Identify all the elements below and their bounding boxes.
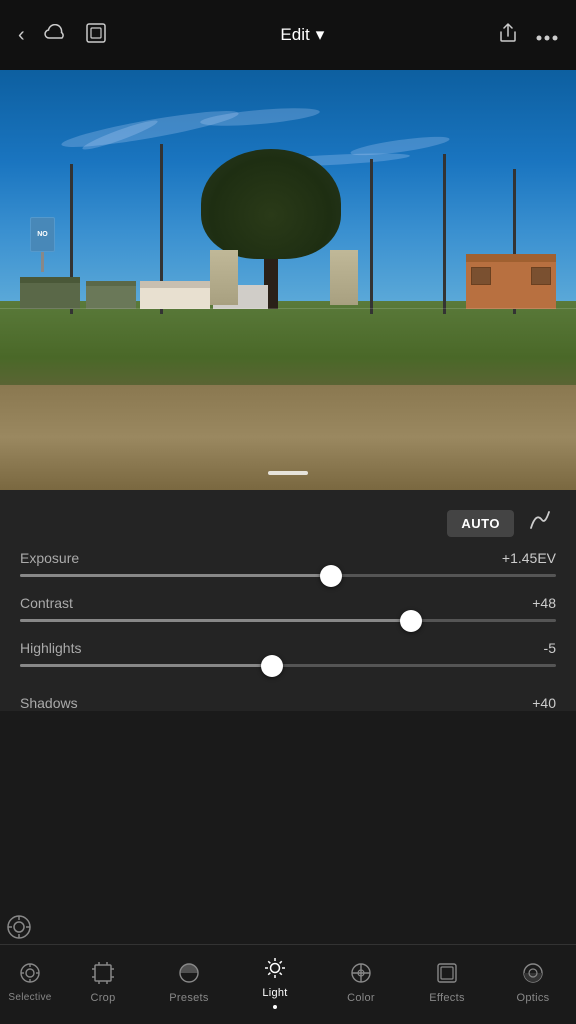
contrast-slider-row: Contrast +48 [20,595,556,622]
header-right-controls [498,22,558,48]
nav-item-effects[interactable]: Effects [404,945,490,1024]
selective-icon [19,962,41,988]
presets-label: Presets [169,992,208,1004]
cloud-button[interactable] [43,24,67,46]
exposure-track[interactable] [20,574,556,577]
barrier-2 [330,250,358,305]
barrier-1 [210,250,238,305]
dropdown-arrow: ▾ [316,25,325,45]
light-active-indicator [273,1005,277,1009]
highlights-thumb[interactable] [261,655,283,677]
auto-button[interactable]: AUTO [447,510,514,537]
highlights-track[interactable] [20,664,556,667]
photo-canvas: NO [0,70,576,490]
highlights-label: Highlights [20,640,81,656]
edit-title: Edit [280,25,309,45]
selective-partial-icon [4,912,34,942]
position-indicator [268,471,308,475]
contrast-label-row: Contrast +48 [20,595,556,611]
exposure-label: Exposure [20,550,79,566]
exposure-value: +1.45EV [502,550,556,566]
exposure-slider-row: Exposure +1.45EV [20,550,556,577]
color-icon [350,962,372,988]
shadows-value: +40 [532,695,556,711]
header: ‹ Edit ▾ [0,0,576,70]
edit-panel: AUTO Exposure +1.45EV Contrast +48 [0,490,576,711]
shadows-label: Shadows [20,695,78,711]
sign-post: NO [30,217,55,272]
crop-icon [92,962,114,988]
contrast-track[interactable] [20,619,556,622]
highlights-value: -5 [544,640,556,656]
color-label: Color [347,992,375,1004]
share-button[interactable] [498,22,518,48]
nav-item-selective[interactable]: Selective [0,945,60,1024]
nav-item-presets[interactable]: Presets [146,945,232,1024]
light-label: Light [262,987,287,999]
optics-icon [522,962,544,988]
highlights-label-row: Highlights -5 [20,640,556,656]
effects-label: Effects [429,992,465,1004]
light-icon [264,957,286,983]
selective-label: Selective [8,992,51,1003]
exposure-thumb[interactable] [320,565,342,587]
nav-item-optics[interactable]: Optics [490,945,576,1024]
crop-label: Crop [90,992,115,1004]
effects-icon [436,962,458,988]
buildings-row [0,254,576,309]
shadows-row: Shadows +40 [20,685,556,711]
frame-button[interactable] [85,22,107,48]
more-button[interactable] [536,25,558,45]
header-left-controls: ‹ [18,22,107,48]
contrast-label: Contrast [20,595,73,611]
contrast-thumb[interactable] [400,610,422,632]
highlights-slider-row: Highlights -5 [20,640,556,667]
nav-item-crop[interactable]: Crop [60,945,146,1024]
bottom-nav: Selective Crop Presets [0,944,576,1024]
exposure-label-row: Exposure +1.45EV [20,550,556,566]
presets-icon [178,962,200,988]
back-button[interactable]: ‹ [18,25,25,45]
nav-item-color[interactable]: Color [318,945,404,1024]
contrast-value: +48 [532,595,556,611]
nav-item-light[interactable]: Light [232,945,318,1024]
optics-label: Optics [517,992,550,1004]
header-title-area[interactable]: Edit ▾ [280,25,324,45]
auto-row: AUTO [20,490,556,550]
horizon-line [0,308,576,309]
curve-button[interactable] [524,504,556,542]
